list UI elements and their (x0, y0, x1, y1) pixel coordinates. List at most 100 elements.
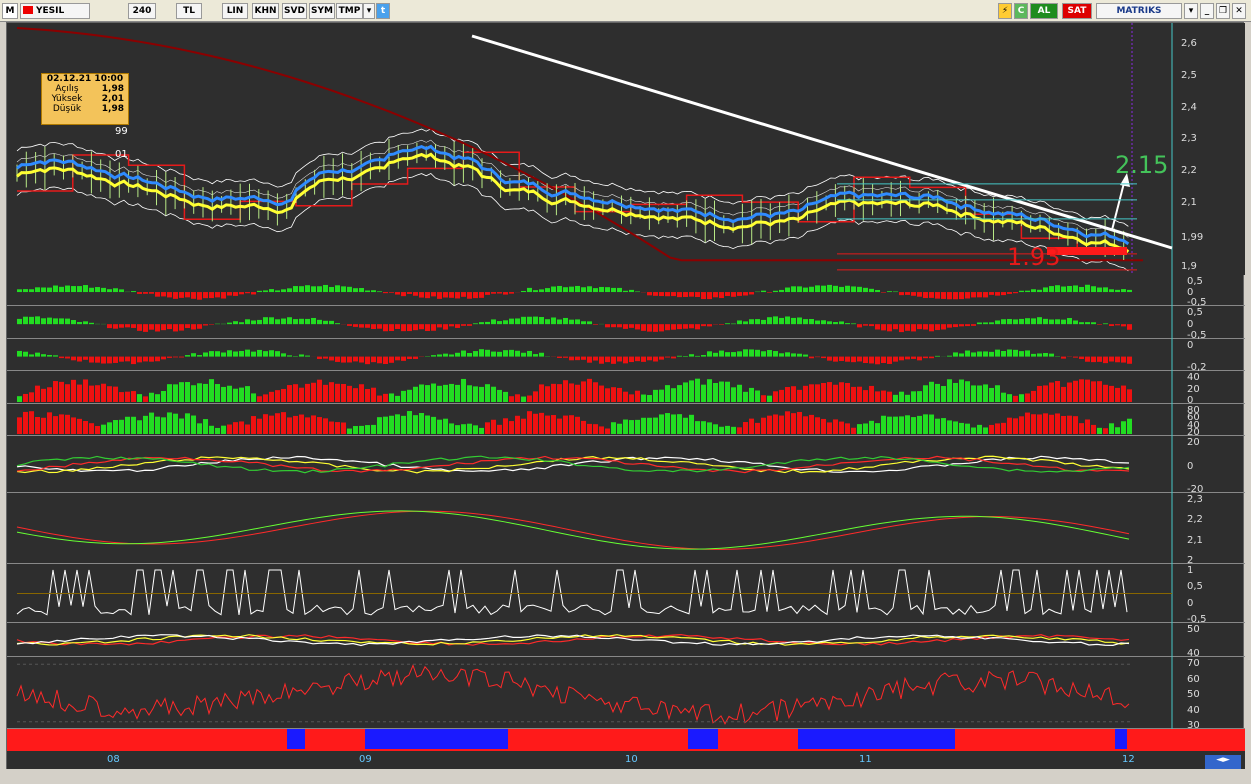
signal-segment (305, 729, 365, 749)
pane-axis-tick: 0 (1187, 340, 1194, 351)
date-tick: 12 (1122, 754, 1135, 765)
indicator-pane[interactable]: 0 -0,2 (7, 339, 1245, 373)
price-axis-tick: 2,1 (1181, 197, 1197, 208)
chart-window: M YESIL 240 TL LIN KHN SVD SYM TMP ▾ t ⚡… (0, 0, 1251, 784)
price-axis-tick: 2,3 (1181, 133, 1197, 145)
support-annotation: 1.93 (1007, 243, 1061, 271)
lightning-icon[interactable]: ⚡ (998, 3, 1012, 19)
date-tick: 08 (107, 754, 120, 765)
pane-axis-tick: 50 (1187, 689, 1200, 700)
date-tick: 10 (625, 754, 638, 765)
pane-axis-tick: 20 (1187, 437, 1200, 448)
signal-segment (7, 729, 287, 749)
price-axis-tick: 2,2 (1181, 165, 1197, 177)
period-button[interactable]: 240 (128, 3, 156, 19)
pane-axis-tick: 0,5 (1187, 307, 1203, 318)
app-icon[interactable]: M (2, 3, 18, 19)
price-axis-tick: 2,4 (1181, 101, 1197, 113)
pane-axis-tick: 70 (1187, 658, 1200, 669)
high-label: Yüksek (51, 94, 83, 104)
indicator-plot (16, 493, 1173, 564)
indicator-pane[interactable]: 0,5 0 -0,5 (7, 306, 1245, 341)
open-value: 1,98 (101, 84, 124, 94)
indicator-plot (17, 339, 1173, 371)
price-axis-tick: 2,5 (1181, 69, 1197, 81)
indicator-pane[interactable]: 80 60 40 20 (7, 404, 1245, 438)
indicator-plot (17, 404, 1173, 436)
al-button[interactable]: AL (1030, 3, 1058, 19)
khn-button[interactable]: KHN (252, 3, 279, 19)
indicator-plot (16, 623, 1173, 657)
signal-segment-current (1115, 729, 1127, 749)
indicator-pane[interactable]: 20 0 -20 (7, 436, 1245, 495)
indicator-pane[interactable]: 50 40 (7, 623, 1245, 659)
indicator-plot (16, 657, 1173, 729)
pane-axis-tick: 0 (1187, 460, 1194, 472)
settings-icon[interactable]: ▾ (1184, 3, 1198, 19)
indicator-pane[interactable]: 70 60 50 40 30 (7, 657, 1245, 731)
price-chart[interactable] (7, 23, 1245, 275)
ohlc-tooltip: 02.12.21 10:00 Açılış 1,98 Yüksek 2,01 Düş… (41, 73, 129, 125)
toolbar: M YESIL 240 TL LIN KHN SVD SYM TMP ▾ t ⚡… (0, 0, 1251, 22)
low-value: 1,98 (101, 104, 124, 114)
indicator-plot (16, 564, 1173, 623)
signal-segment (508, 729, 688, 749)
price-axis-tick: 1,9 (1181, 260, 1197, 272)
brand-logo: MATRIKS (1096, 3, 1182, 19)
sym-button[interactable]: SYM (309, 3, 335, 19)
pane-axis-tick: 40 (1187, 372, 1200, 383)
refresh-icon[interactable]: C (1014, 3, 1028, 19)
ohlc-close-partial: 01 (115, 149, 128, 160)
signal-segment (718, 729, 798, 749)
dropdown-icon[interactable]: ▾ (363, 3, 375, 19)
sat-button[interactable]: SAT (1062, 3, 1092, 19)
indicator-pane[interactable]: 2,3 2,2 2,1 2 (7, 493, 1245, 566)
signal-bar (7, 729, 1245, 751)
indicator-pane[interactable]: 40 20 0 (7, 371, 1245, 406)
indicator-pane[interactable]: 0,5 0 -0,5 (7, 275, 1245, 308)
pane-axis-tick: 20 (1187, 383, 1200, 395)
pane-axis-tick: 0 (1187, 318, 1194, 330)
pane-axis-tick: 0,5 (1187, 276, 1203, 287)
high-value: 2,01 (101, 94, 124, 104)
minimize-icon[interactable]: _ (1200, 3, 1214, 19)
pivot-overflow: 99 (115, 126, 128, 137)
twitter-icon[interactable]: t (376, 3, 390, 19)
svd-button[interactable]: SVD (282, 3, 307, 19)
pane-axis-tick: 2,1 (1187, 534, 1203, 546)
flag-icon (23, 6, 33, 14)
pane-axis-tick: 60 (1187, 673, 1200, 685)
pane-axis-tick: 0 (1187, 597, 1194, 609)
indicator-plot (17, 371, 1173, 404)
date-tick: 09 (359, 754, 372, 765)
pane-axis-tick: 0,5 (1187, 581, 1203, 593)
date-axis: 08 09 10 11 12 (7, 751, 1245, 769)
low-label: Düşük (52, 104, 82, 114)
scroll-arrows-icon[interactable]: ◄► (1205, 755, 1241, 769)
pane-axis-tick: 1 (1187, 565, 1194, 576)
symbol-label: YESIL (36, 6, 65, 16)
ohlc-date: 02.12.21 10:00 (46, 74, 124, 84)
price-axis-tick: 1,99 (1181, 232, 1204, 243)
close-icon[interactable]: ✕ (1232, 3, 1246, 19)
indicator-plot (17, 306, 1173, 339)
date-tick: 11 (859, 754, 872, 765)
signal-segment (798, 729, 955, 749)
chart-area[interactable]: 02.12.21 10:00 Açılış 1,98 Yüksek 2,01 Düş… (6, 22, 1245, 769)
symbol-field[interactable]: YESIL (20, 3, 90, 19)
currency-button[interactable]: TL (176, 3, 202, 19)
signal-segment (688, 729, 718, 749)
indicator-plot (17, 275, 1173, 306)
open-label: Açılış (55, 84, 79, 94)
signal-segment (955, 729, 1115, 749)
price-axis-tick: 2,6 (1181, 37, 1197, 49)
tmp-button[interactable]: TMP (336, 3, 363, 19)
pane-axis-tick: 50 (1187, 624, 1200, 635)
pane-axis-tick: 0 (1187, 286, 1194, 298)
lin-button[interactable]: LIN (222, 3, 248, 19)
indicator-pane[interactable]: 1 0,5 0 -0,5 (7, 564, 1245, 625)
pane-axis-tick: 40 (1187, 704, 1200, 716)
signal-segment (287, 729, 305, 749)
restore-icon[interactable]: ❐ (1216, 3, 1230, 19)
signal-segment (365, 729, 508, 749)
